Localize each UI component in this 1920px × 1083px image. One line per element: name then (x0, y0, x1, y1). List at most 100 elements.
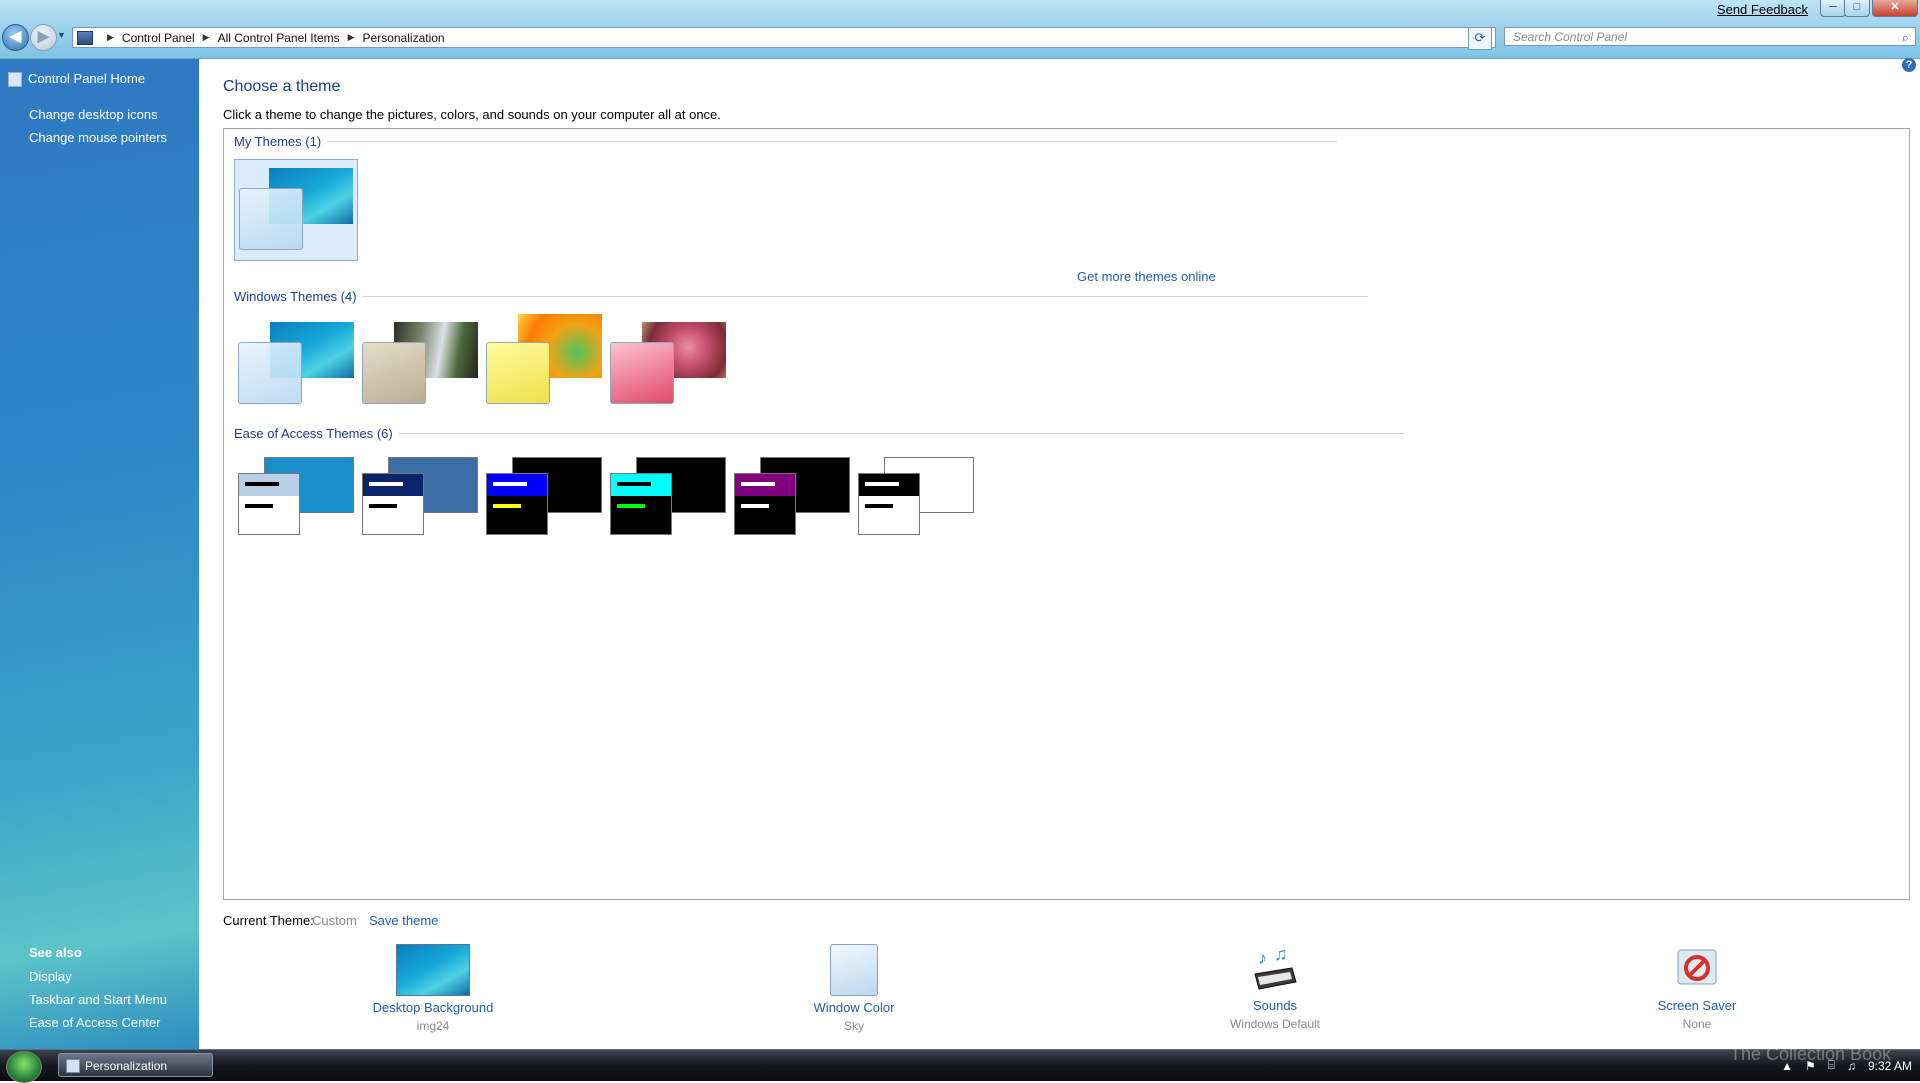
see-also-heading: See also (29, 945, 82, 960)
refresh-button[interactable]: ⟳ (1468, 27, 1492, 50)
personalization-window-icon (66, 1059, 80, 1073)
breadcrumb-control-panel[interactable]: Control Panel (122, 31, 195, 45)
my-themes-label: My Themes (1) (234, 134, 322, 149)
theme-custom[interactable] (234, 159, 358, 261)
sounds-item[interactable]: ♪ ♫ Sounds Windows Default (1185, 944, 1365, 1031)
breadcrumb-all-items[interactable]: All Control Panel Items (218, 31, 340, 45)
address-bar[interactable]: ▶ Control Panel ▶ All Control Panel Item… (72, 27, 1496, 48)
sounds-label[interactable]: Sounds (1185, 998, 1365, 1013)
breadcrumb-arrow-icon[interactable]: ▶ (348, 32, 355, 43)
theme-preview-window (610, 473, 672, 535)
windows-themes-label: Windows Themes (4) (234, 289, 357, 304)
windows-themes-header: Windows Themes (4) (234, 289, 1368, 304)
get-more-themes-link[interactable]: Get more themes online (1077, 269, 1216, 284)
window-chrome: Send Feedback ─ □ ✕ ◀ ▶ ▼ ▶ Control Pane… (0, 0, 1920, 59)
theme-preview-window (734, 473, 796, 535)
recent-pages-dropdown-icon[interactable]: ▼ (57, 30, 66, 40)
screen-saver-label[interactable]: Screen Saver (1607, 998, 1787, 1013)
current-theme-value: Custom (312, 913, 357, 928)
ease-of-access-center-link[interactable]: Ease of Access Center (29, 1015, 161, 1030)
desktop-background-label[interactable]: Desktop Background (343, 1000, 523, 1015)
control-panel-home-icon (8, 72, 22, 87)
theme-preview-title-text (617, 482, 651, 486)
screen-saver-item[interactable]: Screen Saver None (1607, 944, 1787, 1031)
theme-preview-title-text (369, 482, 403, 486)
theme-preview-window (362, 342, 426, 404)
theme-basic[interactable] (234, 449, 358, 551)
search-icon[interactable]: ⌕ (1902, 28, 1909, 47)
window-color-label[interactable]: Window Color (764, 1000, 944, 1015)
page-title: Choose a theme (223, 78, 341, 95)
current-theme-label: Current Theme: (223, 913, 314, 928)
taskbar-button-label: Personalization (85, 1059, 168, 1073)
theme-contrast-black[interactable] (606, 449, 730, 551)
breadcrumb-personalization[interactable]: Personalization (363, 31, 445, 45)
svg-text:♪: ♪ (1258, 948, 1267, 968)
theme-contrast-2[interactable] (482, 449, 606, 551)
theme-preview-body-text (741, 504, 769, 508)
theme-preview-body-text (865, 504, 893, 508)
theme-preview-body-text (369, 504, 397, 508)
minimize-button[interactable]: ─ (1820, 0, 1846, 17)
control-panel-home-link[interactable]: Control Panel Home (28, 71, 145, 86)
theme-preview-title-text (245, 482, 279, 486)
theme-contrast-1[interactable] (358, 449, 482, 551)
desktop-background-icon (396, 944, 470, 996)
task-pane: Control Panel Home Change desktop icons … (0, 59, 199, 1049)
theme-preview-window (238, 342, 302, 404)
close-button[interactable]: ✕ (1872, 0, 1918, 17)
taskbar-personalization-button[interactable]: Personalization (58, 1053, 213, 1077)
save-theme-link[interactable]: Save theme (369, 913, 438, 928)
theme-preview-body-text (245, 504, 273, 508)
theme-preview-title-text (865, 482, 899, 486)
taskbar-start-menu-link[interactable]: Taskbar and Start Menu (29, 992, 167, 1007)
theme-preview-window (486, 473, 548, 535)
breadcrumb-arrow-icon[interactable]: ▶ (107, 32, 114, 43)
control-panel-icon (77, 30, 93, 45)
page-description: Click a theme to change the pictures, co… (223, 107, 721, 122)
ease-of-access-themes-label: Ease of Access Themes (6) (234, 426, 393, 441)
sounds-value: Windows Default (1229, 1017, 1321, 1031)
theme-preview-window (610, 342, 674, 404)
sounds-icon: ♪ ♫ (1250, 944, 1300, 994)
theme-preview-window (362, 473, 424, 535)
send-feedback-link[interactable]: Send Feedback (1717, 2, 1808, 17)
theme-preview-body-text (617, 504, 645, 508)
group-divider (362, 296, 1368, 297)
desktop-background-item[interactable]: Desktop Background img24 (343, 944, 523, 1033)
theme-characters[interactable] (482, 314, 606, 416)
theme-windows-7[interactable] (234, 314, 358, 416)
screen-saver-value: None (1682, 1017, 1712, 1031)
taskbar: Personalization ▲ ⚑ ⌸ ♫ 9:32 AM (0, 1049, 1920, 1083)
group-divider (327, 141, 1338, 142)
help-icon[interactable]: ? (1902, 58, 1916, 72)
breadcrumb-arrow-icon[interactable]: ▶ (203, 32, 210, 43)
theme-contrast-white[interactable] (854, 449, 978, 551)
theme-architecture[interactable] (358, 314, 482, 416)
display-link[interactable]: Display (29, 969, 72, 984)
theme-contrast-purple[interactable] (730, 449, 854, 551)
theme-preview-window (238, 473, 300, 535)
window-color-icon (830, 944, 878, 996)
theme-list: My Themes (1) Get more themes online Win… (223, 128, 1910, 900)
maximize-button[interactable]: □ (1844, 0, 1870, 17)
start-button[interactable] (6, 1051, 42, 1083)
theme-preview-title-text (741, 482, 775, 486)
search-placeholder: Search Control Panel (1513, 30, 1628, 44)
desktop-background-value: img24 (416, 1019, 450, 1033)
screen-saver-icon (1672, 944, 1722, 994)
forward-button[interactable]: ▶ (30, 24, 57, 51)
window-color-value: Sky (843, 1019, 864, 1033)
theme-landscapes[interactable] (606, 314, 730, 416)
window-color-item[interactable]: Window Color Sky (764, 944, 944, 1033)
search-input[interactable]: Search Control Panel ⌕ (1504, 27, 1916, 46)
change-desktop-icons-link[interactable]: Change desktop icons (29, 107, 158, 122)
svg-text:♫: ♫ (1274, 944, 1288, 964)
theme-preview-window (486, 342, 550, 404)
theme-preview-body-text (493, 504, 521, 508)
group-divider (398, 433, 1404, 434)
change-mouse-pointers-link[interactable]: Change mouse pointers (29, 130, 167, 145)
theme-preview-window (239, 188, 303, 250)
theme-preview-window (858, 473, 920, 535)
back-button[interactable]: ◀ (2, 24, 29, 51)
